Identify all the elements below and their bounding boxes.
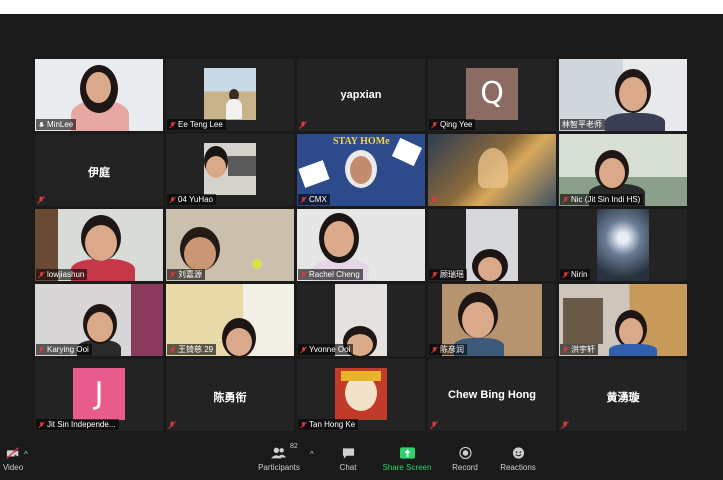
participant-tile[interactable]: 陈彦润 xyxy=(428,284,556,356)
muted-mic-icon xyxy=(562,271,569,278)
video-button[interactable]: Video xyxy=(0,446,26,472)
participant-tile[interactable]: Nic (Jit Sin Indi HS) xyxy=(559,134,687,206)
participant-name-label: 王锜慈 29 xyxy=(167,344,217,355)
participant-tile[interactable]: 黄湧璇 xyxy=(559,359,687,431)
participant-tile[interactable]: Yvonne Ooi xyxy=(297,284,425,356)
participant-tile[interactable]: J Jit Sin Independe... xyxy=(35,359,163,431)
participant-tile[interactable]: 顾瑞瑶 xyxy=(428,209,556,281)
meeting-toolbar: Video ^ Participants 82 ^ Chat Share Scr… xyxy=(0,440,723,480)
reactions-icon xyxy=(512,447,524,459)
participants-options-caret[interactable]: ^ xyxy=(310,450,314,459)
participants-count: 82 xyxy=(290,443,298,450)
participant-name-label: Rachel Cheng xyxy=(298,269,363,280)
participant-name-label: Qing Yee xyxy=(429,119,476,130)
chat-button[interactable]: Chat xyxy=(336,446,360,472)
participant-tile[interactable]: STAY HOMe CMX xyxy=(297,134,425,206)
participant-tile[interactable]: 王锜慈 29 xyxy=(166,284,294,356)
muted-mic-icon xyxy=(300,271,307,278)
participant-tile[interactable]: 林智平老师 xyxy=(559,59,687,131)
muted-mic-icon xyxy=(38,271,45,278)
muted-mic-icon xyxy=(37,196,45,204)
muted-mic-icon xyxy=(431,271,438,278)
muted-mic-icon xyxy=(561,421,569,429)
muted-mic-icon xyxy=(430,421,438,429)
muted-mic-icon xyxy=(169,121,176,128)
mic-icon xyxy=(39,121,44,127)
participant-name-label: 刘嘉源 xyxy=(167,269,205,280)
participant-name-label: 陈彦润 xyxy=(429,344,467,355)
participant-tile[interactable] xyxy=(428,134,556,206)
muted-mic-icon xyxy=(562,196,569,203)
participant-name-label: Tan Hong Ke xyxy=(298,419,359,430)
participant-tile[interactable]: Rachel Cheng xyxy=(297,209,425,281)
participant-tile[interactable]: 陈勇衔 xyxy=(166,359,294,431)
participant-tile[interactable]: 04 YuHao xyxy=(166,134,294,206)
participant-name-label: 04 YuHao xyxy=(167,194,216,205)
participants-icon xyxy=(271,447,287,459)
participant-tile[interactable]: Karying Ooi xyxy=(35,284,163,356)
muted-mic-icon xyxy=(300,421,307,428)
participant-tile[interactable]: Q Qing Yee xyxy=(428,59,556,131)
participant-name-label: 顾瑞瑶 xyxy=(429,269,467,280)
reactions-button[interactable]: Reactions xyxy=(500,446,536,472)
participant-center-name: 黄湧璇 xyxy=(606,392,640,404)
participant-tile[interactable]: MinLee xyxy=(35,59,163,131)
participant-name-label: Jit Sin Independe... xyxy=(36,419,119,430)
participant-center-name: 伊庭 xyxy=(88,167,110,179)
record-icon xyxy=(458,446,472,460)
muted-mic-icon xyxy=(431,121,438,128)
muted-mic-icon xyxy=(169,271,176,278)
participant-name-label: lowjiashun xyxy=(36,269,88,280)
participant-tile[interactable]: Nirin xyxy=(559,209,687,281)
participant-tile[interactable]: yapxian xyxy=(297,59,425,131)
zoom-window: MinLee Ee Teng Lee yapxian Q Qing Yee 林智… xyxy=(0,14,723,480)
participant-name-label: CMX xyxy=(298,194,330,205)
participant-name-label: Yvonne Ooi xyxy=(298,344,354,355)
video-off-icon xyxy=(6,447,19,459)
participant-center-name: Chew Bing Hong xyxy=(448,389,536,401)
participant-name-label: MinLee xyxy=(36,119,77,130)
participant-name-label: 林智平老师 xyxy=(560,119,605,130)
participant-tile[interactable]: 刘嘉源 xyxy=(166,209,294,281)
muted-mic-icon xyxy=(169,346,176,353)
muted-mic-icon xyxy=(38,346,45,353)
participant-tile[interactable]: 洪宇轩 xyxy=(559,284,687,356)
video-options-caret[interactable]: ^ xyxy=(24,450,28,459)
participant-name-label: Nirin xyxy=(560,269,591,280)
participant-tile[interactable]: Tan Hong Ke xyxy=(297,359,425,431)
participant-name-label: Ee Teng Lee xyxy=(167,119,226,130)
share-screen-button[interactable]: Share Screen xyxy=(380,446,434,472)
participant-tile[interactable]: Chew Bing Hong xyxy=(428,359,556,431)
avatar: Q xyxy=(466,68,518,120)
video-feed xyxy=(428,134,556,206)
muted-mic-icon xyxy=(431,346,438,353)
muted-mic-icon xyxy=(562,346,569,353)
participant-center-name: 陈勇衔 xyxy=(213,392,247,404)
muted-mic-icon xyxy=(300,196,307,203)
participant-name-label: 洪宇轩 xyxy=(560,344,598,355)
muted-mic-icon xyxy=(430,196,438,204)
avatar: J xyxy=(73,368,125,420)
muted-mic-icon xyxy=(169,196,176,203)
muted-mic-icon xyxy=(168,421,176,429)
muted-mic-icon xyxy=(299,121,307,129)
muted-mic-icon xyxy=(38,421,45,428)
participant-center-name: yapxian xyxy=(340,89,382,101)
participant-tile[interactable]: lowjiashun xyxy=(35,209,163,281)
share-screen-icon xyxy=(399,447,415,459)
participant-name-label: Nic (Jit Sin Indi HS) xyxy=(560,194,644,205)
poster-text: STAY HOMe xyxy=(333,136,390,147)
participant-tile[interactable]: 伊庭 xyxy=(35,134,163,206)
participant-name-label: Karying Ooi xyxy=(36,344,92,355)
participant-tile[interactable]: Ee Teng Lee xyxy=(166,59,294,131)
record-button[interactable]: Record xyxy=(450,446,480,472)
muted-mic-icon xyxy=(300,346,307,353)
chat-icon xyxy=(342,448,354,459)
